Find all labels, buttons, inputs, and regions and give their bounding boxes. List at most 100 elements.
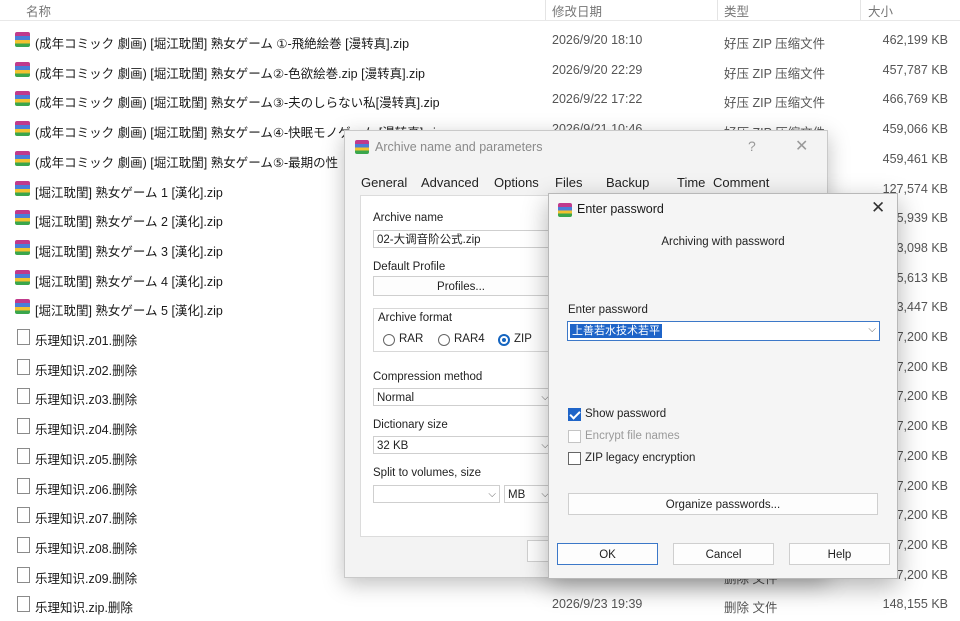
tab-options[interactable]: Options — [494, 175, 539, 190]
file-icon — [17, 566, 30, 583]
winrar-archive-icon — [15, 210, 30, 226]
tab-general[interactable]: General — [361, 175, 407, 190]
tab-backup[interactable]: Backup — [606, 175, 649, 190]
file-row[interactable]: (成年コミック 劇画) [堀江耽閨] 熟女ゲーム ①-飛絶絵巻 [漫转真].zi… — [0, 25, 960, 55]
format-rar-label[interactable]: RAR — [399, 333, 423, 345]
file-size: 148,155 KB — [882, 597, 948, 612]
compression-method-value: Normal — [377, 392, 415, 404]
file-size: 3,098 KB — [896, 240, 948, 255]
file-name: 乐理知识.z07.删除 — [35, 512, 138, 527]
winrar-archive-icon — [15, 121, 30, 137]
file-size: 459,066 KB — [882, 122, 948, 137]
archive-format-label: Archive format — [378, 312, 453, 324]
file-size: 7,200 KB — [896, 537, 948, 552]
file-name: 乐理知识.z09.删除 — [35, 571, 138, 586]
split-volumes-input[interactable]: ⌵ — [373, 485, 500, 503]
file-icon — [17, 596, 30, 613]
file-size: 5,939 KB — [896, 211, 948, 226]
column-header-type[interactable]: 类型 — [724, 1, 749, 20]
file-size: 459,461 KB — [882, 151, 948, 166]
split-unit-value: MB — [508, 489, 526, 501]
column-separator[interactable] — [545, 0, 546, 20]
tab-comment[interactable]: Comment — [713, 175, 769, 190]
file-icon — [17, 358, 30, 375]
dictionary-size-value: 32 KB — [377, 440, 409, 452]
file-icon — [17, 477, 30, 494]
file-row[interactable]: (成年コミック 劇画) [堀江耽閨] 熟女ゲーム③-夫のしらない私[漫转真].z… — [0, 84, 960, 114]
file-name: 乐理知识.zip.删除 — [35, 601, 133, 616]
file-icon — [17, 388, 30, 405]
winrar-archive-icon — [15, 91, 30, 107]
file-type: 删除 文件 — [724, 601, 778, 616]
winrar-archive-icon — [15, 239, 30, 255]
archiving-with-password-text: Archiving with password — [661, 236, 785, 248]
file-size: 7,200 KB — [896, 478, 948, 493]
file-row[interactable]: (成年コミック 劇画) [堀江耽閨] 熟女ゲーム②-色欲絵巻.zip [漫转真]… — [0, 55, 960, 85]
file-date: 2026/9/23 19:39 — [552, 597, 643, 612]
encrypt-file-names-label: Encrypt file names — [585, 430, 680, 442]
file-row[interactable]: 乐理知识.zip.删除 2026/9/23 19:39 删除 文件 148,155 K… — [0, 589, 960, 619]
file-size: 5,613 KB — [896, 270, 948, 285]
zip-legacy-encryption-checkbox[interactable] — [568, 452, 581, 465]
close-icon[interactable]: ✕ — [871, 198, 885, 218]
password-input[interactable]: 上善若水技术若平 ⌵ — [567, 321, 880, 341]
format-zip-radio[interactable] — [498, 334, 510, 346]
file-date: 2026/9/20 22:29 — [552, 62, 643, 77]
file-size: 7,200 KB — [896, 389, 948, 404]
profiles-button[interactable]: Profiles... — [373, 276, 549, 296]
winrar-archive-icon — [15, 61, 30, 77]
format-rar4-label[interactable]: RAR4 — [454, 333, 485, 345]
close-icon[interactable]: ✕ — [795, 136, 808, 156]
winrar-archive-icon — [15, 180, 30, 196]
help-icon[interactable]: ? — [748, 138, 756, 154]
archive-name-input[interactable]: 02-大调音阶公式.zip — [373, 230, 553, 248]
file-size: 3,447 KB — [896, 300, 948, 315]
enter-password-dialog: Enter password ✕ Archiving with password… — [548, 193, 898, 579]
file-size: 7,200 KB — [896, 448, 948, 463]
format-rar-radio[interactable] — [383, 334, 395, 346]
split-unit-select[interactable]: MB ⌵ — [504, 485, 553, 503]
file-name: [堀江耽閨] 熟女ゲーム 1 [漢化].zip — [35, 185, 223, 200]
winrar-app-icon — [355, 140, 369, 154]
compression-method-select[interactable]: Normal ⌵ — [373, 388, 553, 406]
format-rar4-radio[interactable] — [438, 334, 450, 346]
split-volumes-label: Split to volumes, size — [373, 467, 482, 479]
file-name: (成年コミック 劇画) [堀江耽閨] 熟女ゲーム⑤-最期の性 — [35, 155, 339, 170]
chevron-down-icon: ⌵ — [488, 489, 496, 500]
show-password-checkbox[interactable] — [568, 408, 581, 421]
file-name: 乐理知识.z08.删除 — [35, 541, 138, 556]
column-separator[interactable] — [860, 0, 861, 20]
file-name: 乐理知识.z04.删除 — [35, 423, 138, 438]
enter-password-label: Enter password — [568, 304, 648, 316]
file-icon — [17, 507, 30, 524]
password-dialog-title: Enter password — [577, 202, 664, 216]
file-name: 乐理知识.z02.删除 — [35, 363, 138, 378]
archive-dialog-titlebar[interactable]: Archive name and parameters ? ✕ — [345, 131, 827, 163]
file-type: 好压 ZIP 压缩文件 — [724, 96, 826, 111]
archive-dialog-title: Archive name and parameters — [375, 140, 543, 154]
column-header-date[interactable]: 修改日期 — [552, 1, 602, 20]
file-name: (成年コミック 劇画) [堀江耽閨] 熟女ゲーム②-色欲絵巻.zip [漫转真]… — [35, 66, 426, 81]
column-separator[interactable] — [717, 0, 718, 20]
compression-method-label: Compression method — [373, 371, 483, 383]
file-type: 好压 ZIP 压缩文件 — [724, 66, 826, 81]
file-size: 7,200 KB — [896, 508, 948, 523]
tab-time[interactable]: Time — [677, 175, 705, 190]
show-password-label[interactable]: Show password — [585, 408, 666, 420]
file-icon — [17, 447, 30, 464]
column-header-size[interactable]: 大小 — [868, 1, 893, 20]
file-size: 457,787 KB — [882, 62, 948, 77]
chevron-down-icon[interactable]: ⌵ — [868, 324, 876, 335]
cancel-button[interactable]: Cancel — [673, 543, 774, 565]
format-zip-label[interactable]: ZIP — [514, 333, 532, 345]
tab-advanced[interactable]: Advanced — [421, 175, 479, 190]
zip-legacy-encryption-label[interactable]: ZIP legacy encryption — [585, 452, 695, 464]
help-button[interactable]: Help — [789, 543, 890, 565]
file-name: (成年コミック 劇画) [堀江耽閨] 熟女ゲーム ①-飛絶絵巻 [漫转真].zi… — [35, 37, 410, 51]
column-header-name[interactable]: 名称 — [26, 1, 51, 20]
tab-files[interactable]: Files — [555, 175, 582, 190]
dictionary-size-select[interactable]: 32 KB ⌵ — [373, 436, 553, 454]
file-name: 乐理知识.z03.删除 — [35, 393, 138, 408]
organize-passwords-button[interactable]: Organize passwords... — [568, 493, 878, 515]
ok-button[interactable]: OK — [557, 543, 658, 565]
